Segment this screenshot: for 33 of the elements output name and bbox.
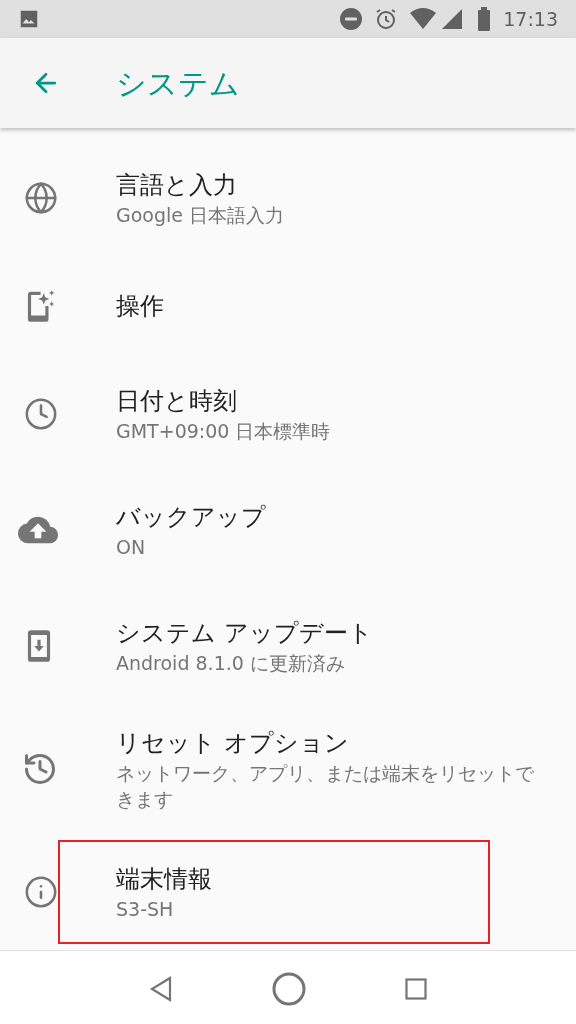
home-nav-icon[interactable] [271,970,307,1007]
globe-icon [24,181,58,215]
item-subtitle: Google 日本語入力 [116,203,286,228]
item-title: システム アップデート [116,618,374,649]
settings-item[interactable]: 日付と時刻 GMT+09:00 日本標準時 [0,356,576,472]
item-title: リセット オプション [116,728,350,759]
overview-nav-icon[interactable] [405,977,427,1000]
back-nav-icon[interactable] [149,975,173,1002]
item-subtitle: GMT+09:00 日本標準時 [116,419,332,444]
image-icon [18,8,40,30]
item-subtitle: ネットワーク、アプリ、または端末をリセットできます [116,761,535,812]
signal-icon [441,8,464,30]
item-subtitle: ON [116,535,147,560]
item-title: 言語と入力 [116,170,238,201]
item-subtitle: S3-SH [116,897,175,922]
battery-icon [477,7,492,31]
item-subtitle: Android 8.1.0 に更新済み [116,651,346,676]
clock-time: 17:13 [503,6,558,32]
history-icon [22,751,58,787]
settings-item[interactable]: システム アップデート Android 8.1.0 に更新済み [0,588,576,704]
item-title: 日付と時刻 [116,386,238,417]
wifi-icon [409,7,438,31]
page-title: システム [116,64,240,103]
settings-item[interactable]: 言語と入力 Google 日本語入力 [0,140,576,256]
do-not-disturb-icon [339,7,364,31]
clock-icon [24,397,58,431]
settings-item[interactable]: 操作 [0,256,576,356]
item-title: 操作 [116,291,165,322]
item-title: バックアップ [116,502,267,533]
item-title: 端末情報 [116,864,213,895]
info-icon [24,875,58,909]
settings-item[interactable]: バックアップ ON [0,472,576,588]
settings-item[interactable]: リセット オプション ネットワーク、アプリ、または端末をリセットできます [0,704,576,834]
